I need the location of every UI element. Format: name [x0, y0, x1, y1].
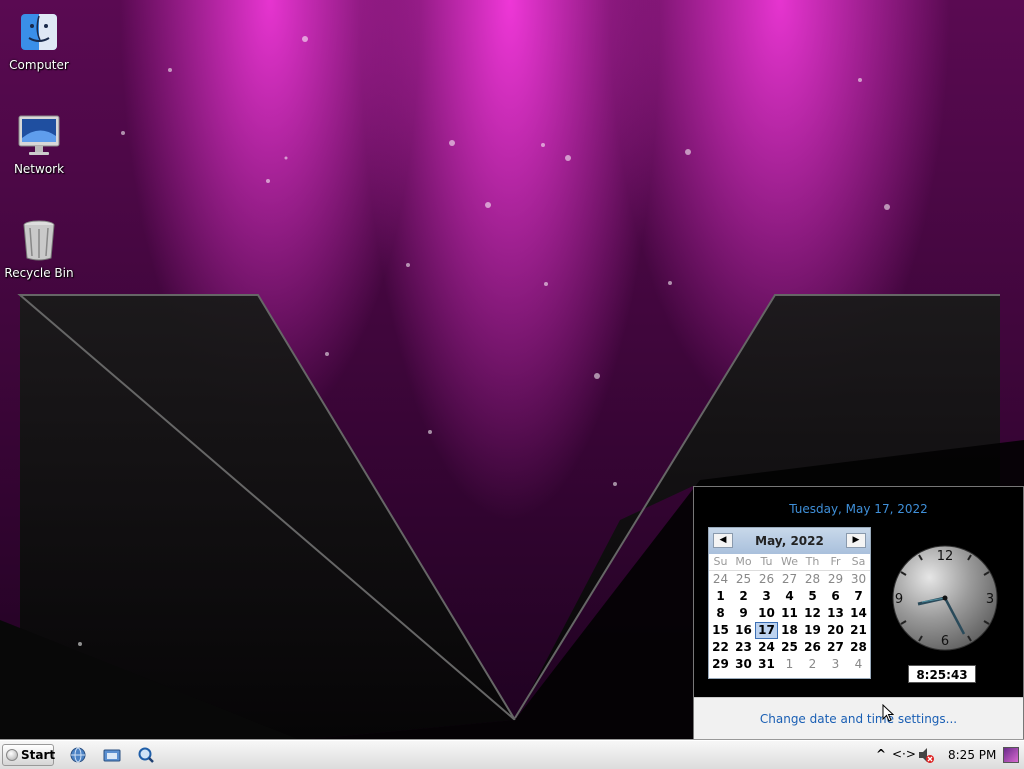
calendar-day[interactable]: 7	[847, 588, 870, 605]
calendar-day[interactable]: 8	[709, 605, 732, 622]
calendar-day[interactable]: 14	[847, 605, 870, 622]
calendar-day[interactable]: 24	[709, 571, 732, 588]
calendar-next-button[interactable]: ▶	[846, 533, 866, 548]
taskbar-clock[interactable]: 8:25 PM	[948, 748, 996, 762]
calendar-day[interactable]: 29	[709, 656, 732, 673]
desktop-icon-network[interactable]: Network	[0, 114, 78, 176]
show-desktop-button[interactable]	[1003, 747, 1019, 763]
digital-time: 8:25:43 PM	[908, 665, 976, 700]
start-orb-icon	[6, 749, 18, 761]
search-icon[interactable]	[136, 745, 156, 765]
start-button[interactable]: Start	[2, 744, 56, 766]
monitor-icon	[17, 114, 61, 158]
calendar-day[interactable]: 12	[801, 605, 824, 622]
desktop-icon-label: Computer	[9, 58, 69, 72]
volume-muted-icon[interactable]	[917, 746, 935, 767]
browser-icon[interactable]	[68, 745, 88, 765]
calendar-day[interactable]: 24	[755, 639, 778, 656]
calendar-day[interactable]: 15	[709, 622, 732, 639]
calendar-day[interactable]: 6	[824, 588, 847, 605]
weekday-label: Tu	[755, 554, 778, 571]
calendar-day[interactable]: 20	[824, 622, 847, 639]
weekday-label: Th	[801, 554, 824, 571]
calendar-day[interactable]: 16	[732, 622, 755, 639]
calendar-day[interactable]: 13	[824, 605, 847, 622]
calendar-day[interactable]: 2	[732, 588, 755, 605]
calendar-day[interactable]: 18	[778, 622, 801, 639]
show-hidden-icons-button[interactable]: ^	[876, 747, 886, 761]
calendar-day[interactable]: 3	[755, 588, 778, 605]
weekday-label: Fr	[824, 554, 847, 571]
folder-icon[interactable]	[102, 745, 122, 765]
calendar-day[interactable]: 3	[824, 656, 847, 673]
calendar-day[interactable]: 1	[778, 656, 801, 673]
calendar-day[interactable]: 27	[824, 639, 847, 656]
network-icon[interactable]: <·>	[892, 747, 916, 761]
taskbar: Start ^ <·> 8:25 PM	[0, 740, 1024, 769]
desktop-icon-recycle-bin[interactable]: Recycle Bin	[0, 218, 78, 280]
finder-icon	[17, 10, 61, 54]
date-time-flyout: Tuesday, May 17, 2022 ◀ May, 2022 ▶ Su M…	[693, 486, 1024, 740]
calendar-day[interactable]: 5	[801, 588, 824, 605]
calendar-day[interactable]: 4	[778, 588, 801, 605]
calendar-day[interactable]: 29	[824, 571, 847, 588]
calendar-day[interactable]: 26	[801, 639, 824, 656]
weekday-label: Sa	[847, 554, 870, 571]
calendar-day[interactable]: 22	[709, 639, 732, 656]
desktop-icon-label: Network	[13, 162, 65, 176]
calendar-day[interactable]: 11	[778, 605, 801, 622]
clock-numeral: 12	[937, 549, 954, 564]
calendar-day[interactable]: 30	[847, 571, 870, 588]
clock-numeral: 6	[941, 634, 949, 649]
weekday-label: Su	[709, 554, 732, 571]
calendar-grid: Su Mo Tu We Th Fr Sa 24 25 26 27 28 29 3…	[709, 554, 870, 673]
calendar-day[interactable]: 1	[709, 588, 732, 605]
calendar-day[interactable]: 31	[755, 656, 778, 673]
calendar-header: ◀ May, 2022 ▶	[709, 528, 870, 554]
calendar-day[interactable]: 2	[801, 656, 824, 673]
calendar-day[interactable]: 26	[755, 571, 778, 588]
desktop[interactable]: Computer Network Recycle Bin Tuesday, Ma…	[0, 0, 1024, 740]
flyout-date-heading[interactable]: Tuesday, May 17, 2022	[694, 502, 1023, 516]
calendar-day[interactable]: 30	[732, 656, 755, 673]
start-label: Start	[21, 748, 56, 762]
calendar-day[interactable]: 10	[755, 605, 778, 622]
calendar-day[interactable]: 9	[732, 605, 755, 622]
calendar-day[interactable]: 25	[778, 639, 801, 656]
calendar-day[interactable]: 28	[801, 571, 824, 588]
mouse-cursor-icon	[882, 704, 894, 722]
analog-clock: 12 3 6 9	[892, 545, 998, 651]
weekday-label: We	[778, 554, 801, 571]
calendar-day[interactable]: 21	[847, 622, 870, 639]
calendar-day[interactable]: 28	[847, 639, 870, 656]
trash-icon	[17, 218, 61, 262]
flyout-footer: Change date and time settings...	[694, 697, 1023, 740]
calendar-day[interactable]: 25	[732, 571, 755, 588]
change-date-time-settings-link[interactable]: Change date and time settings...	[694, 712, 1023, 726]
weekday-label: Mo	[732, 554, 755, 571]
calendar: ◀ May, 2022 ▶ Su Mo Tu We Th Fr Sa 24 25…	[708, 527, 871, 679]
desktop-icon-computer[interactable]: Computer	[0, 10, 78, 72]
clock-numeral: 9	[895, 592, 903, 607]
clock-numeral: 3	[986, 592, 994, 607]
calendar-day[interactable]: 4	[847, 656, 870, 673]
calendar-day[interactable]: 27	[778, 571, 801, 588]
calendar-day[interactable]: 19	[801, 622, 824, 639]
desktop-icon-label: Recycle Bin	[4, 266, 74, 280]
calendar-day[interactable]: 23	[732, 639, 755, 656]
calendar-day-selected[interactable]: 17	[755, 622, 778, 639]
